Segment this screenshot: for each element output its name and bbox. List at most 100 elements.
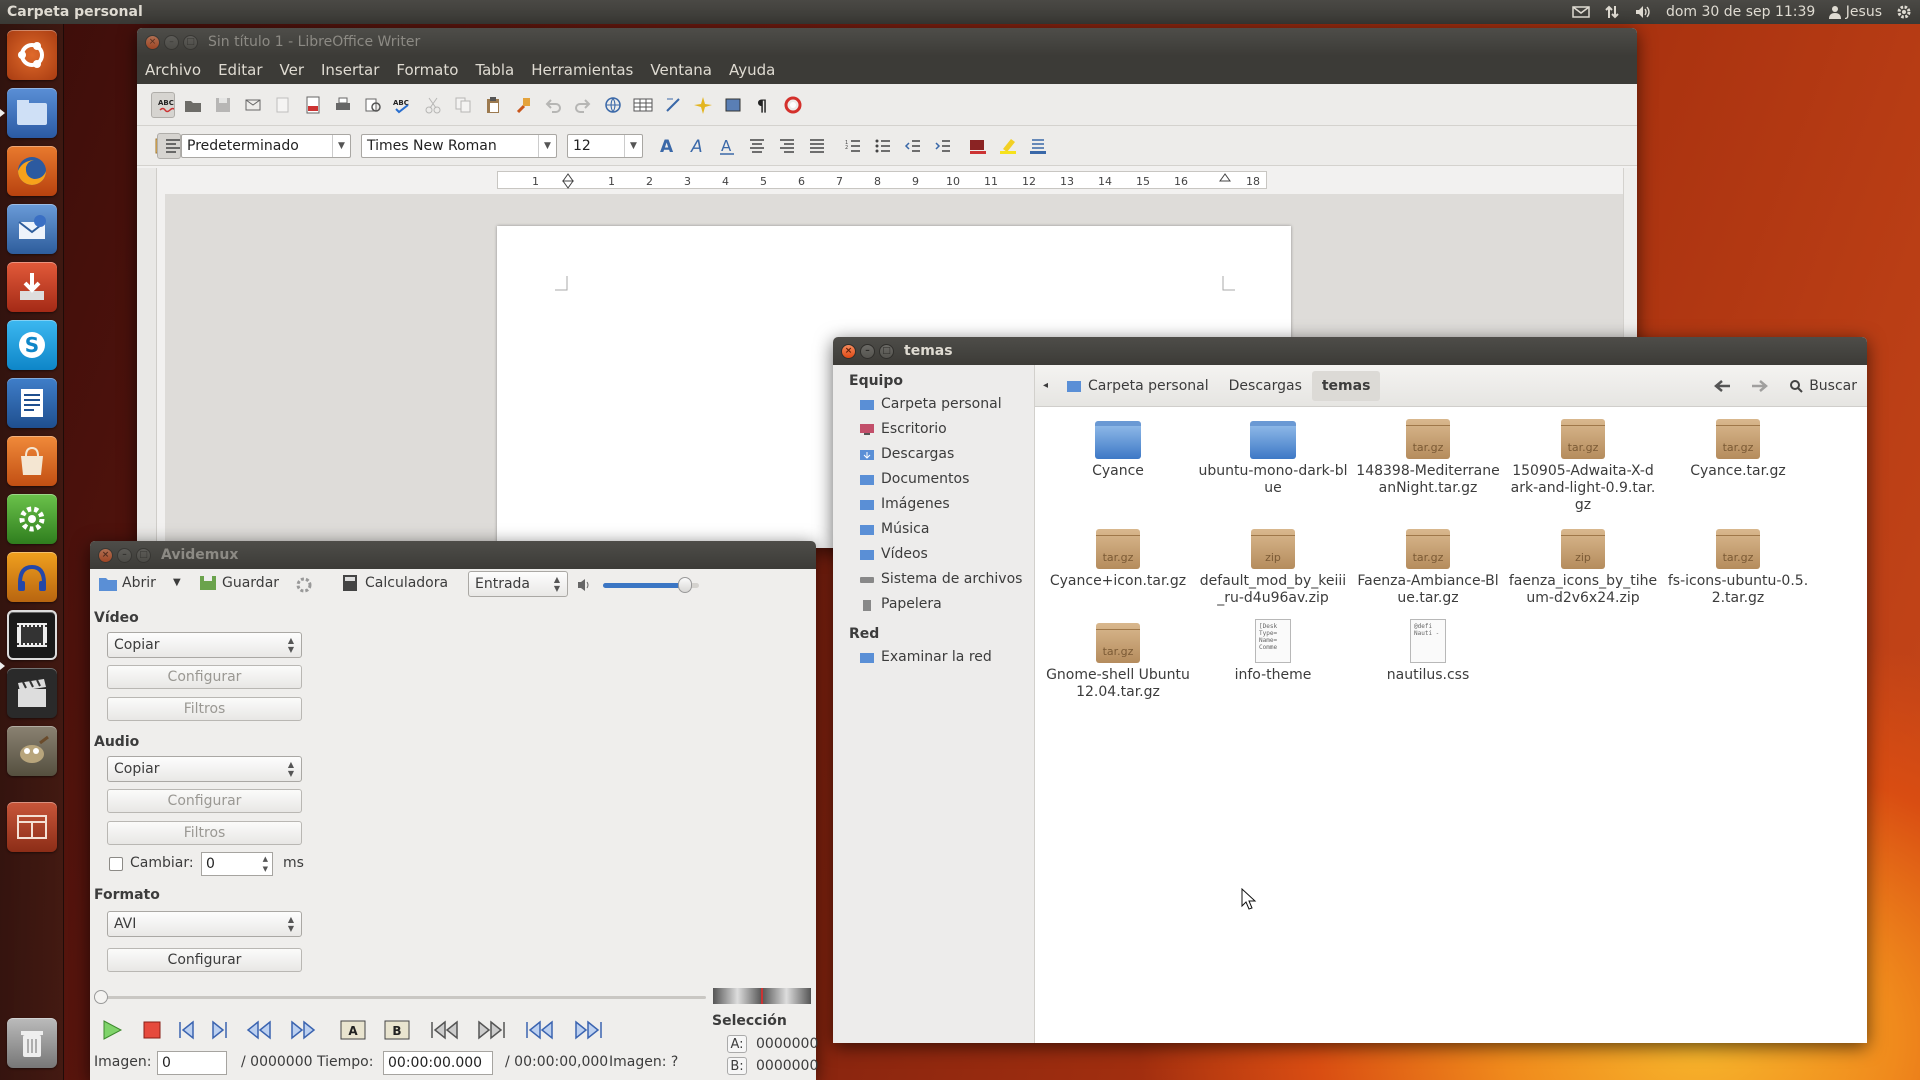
- font-name-combo[interactable]: Times New Roman ▼: [361, 133, 557, 158]
- writer-maximize-button[interactable]: □: [183, 34, 198, 50]
- save-button[interactable]: Guardar: [198, 574, 279, 592]
- paragraph-style-combo[interactable]: Predeterminado ▼: [181, 133, 351, 158]
- print-preview-icon[interactable]: [361, 93, 385, 117]
- volume-slider[interactable]: [603, 577, 699, 593]
- menu-herramientas[interactable]: Herramientas: [531, 61, 633, 79]
- writer-minimize-button[interactable]: –: [164, 34, 179, 50]
- goto-start-icon[interactable]: [522, 1017, 558, 1043]
- breadcrumb-temas[interactable]: temas: [1311, 370, 1381, 401]
- search-button[interactable]: Buscar: [1779, 371, 1867, 401]
- launcher-thunderbird-button[interactable]: [7, 204, 57, 254]
- sidebar-item-music[interactable]: Música: [833, 516, 1034, 541]
- calculator-button[interactable]: Calculadora: [341, 574, 448, 592]
- menu-insertar[interactable]: Insertar: [321, 61, 379, 79]
- cut-icon[interactable]: [421, 93, 445, 117]
- spin-arrows-icon[interactable]: ▲ ▼: [263, 854, 268, 874]
- formatting-marks-icon[interactable]: ¶: [751, 93, 775, 117]
- email-document-icon[interactable]: [241, 93, 265, 117]
- sidebar-item-videos[interactable]: Vídeos: [833, 541, 1034, 566]
- shift-spinbox[interactable]: 0 ▲ ▼: [201, 852, 273, 876]
- menu-formato[interactable]: Formato: [396, 61, 458, 79]
- volume-slider-handle[interactable]: [677, 577, 692, 593]
- export-pdf-icon[interactable]: [301, 93, 325, 117]
- launcher-installer-button[interactable]: [7, 262, 57, 312]
- open-dropdown-chevron-icon[interactable]: ▼: [173, 577, 181, 588]
- decrease-indent-icon[interactable]: [901, 134, 925, 158]
- align-left-icon[interactable]: [157, 132, 181, 159]
- file-item[interactable]: tar.gz fs-icons-ubuntu-0.5.2.tar.gz: [1663, 525, 1813, 607]
- launcher-firefox-button[interactable]: [7, 146, 57, 196]
- help-icon[interactable]: [781, 93, 805, 117]
- draw-functions-icon[interactable]: [661, 93, 685, 117]
- volume-icon[interactable]: [1634, 4, 1652, 20]
- timeline-slider-handle[interactable]: [94, 990, 108, 1004]
- avidemux-minimize-button[interactable]: –: [117, 547, 132, 563]
- edit-file-icon[interactable]: [271, 93, 295, 117]
- avidemux-maximize-button[interactable]: □: [136, 547, 151, 563]
- bold-icon[interactable]: A: [655, 134, 679, 158]
- open-folder-icon[interactable]: [181, 93, 205, 117]
- launcher-dash-button[interactable]: [7, 30, 57, 80]
- avidemux-titlebar[interactable]: × – □ Avidemux: [90, 541, 816, 569]
- launcher-workspace-switcher-button[interactable]: [7, 802, 57, 852]
- goto-end-icon[interactable]: [570, 1017, 606, 1043]
- menu-tabla[interactable]: Tabla: [475, 61, 514, 79]
- network-icon[interactable]: [1604, 4, 1620, 20]
- frame-input[interactable]: 0: [157, 1051, 227, 1075]
- background-color-icon[interactable]: [1027, 134, 1051, 158]
- font-size-combo[interactable]: 12 ▼: [567, 133, 643, 158]
- marker-a-button[interactable]: A:: [727, 1035, 747, 1053]
- menu-ver[interactable]: Ver: [280, 61, 305, 79]
- file-item[interactable]: tar.gz Faenza-Ambiance-Blue.tar.gz: [1353, 525, 1503, 607]
- properties-gear-icon[interactable]: [294, 575, 314, 595]
- menu-editar[interactable]: Editar: [218, 61, 262, 79]
- previous-frame-icon[interactable]: [172, 1017, 200, 1043]
- video-codec-select[interactable]: Copiar ▲ ▼: [107, 632, 302, 658]
- stop-icon[interactable]: [138, 1017, 166, 1043]
- launcher-settings-button[interactable]: [7, 494, 57, 544]
- video-configure-button[interactable]: Configurar: [107, 665, 302, 689]
- numbering-icon[interactable]: 12: [841, 134, 865, 158]
- file-item[interactable]: @defi Nauti - nautilus.css: [1353, 619, 1503, 684]
- file-item[interactable]: tar.gz Cyance+icon.tar.gz: [1043, 525, 1193, 590]
- session-gear-icon[interactable]: [1896, 4, 1912, 20]
- launcher-writer-button[interactable]: [7, 378, 57, 428]
- sidebar-item-documents[interactable]: Documentos: [833, 466, 1034, 491]
- input-source-select[interactable]: Entrada ▲ ▼: [468, 571, 568, 597]
- hyperlink-icon[interactable]: [601, 93, 625, 117]
- file-item[interactable]: Cyance: [1043, 415, 1193, 480]
- horizontal-ruler[interactable]: 1 1 2 3 4 5 6 7 8 9 10 11 12 13 14 15 16…: [497, 171, 1267, 189]
- video-filters-button[interactable]: Filtros: [107, 697, 302, 721]
- navigator-icon[interactable]: [691, 93, 715, 117]
- sidebar-item-network[interactable]: Examinar la red: [833, 644, 1034, 669]
- launcher-audacity-button[interactable]: [7, 552, 57, 602]
- time-input[interactable]: 00:00:00.000: [383, 1051, 493, 1075]
- sidebar-item-desktop[interactable]: Escritorio: [833, 416, 1034, 441]
- redo-icon[interactable]: [571, 93, 595, 117]
- align-right-icon[interactable]: [775, 134, 799, 158]
- increase-indent-icon[interactable]: [931, 134, 955, 158]
- set-marker-a-icon[interactable]: A: [339, 1017, 367, 1043]
- menu-archivo[interactable]: Archivo: [145, 61, 201, 79]
- set-marker-b-icon[interactable]: B: [383, 1017, 411, 1043]
- fast-forward-icon[interactable]: [289, 1017, 317, 1043]
- rewind-icon[interactable]: [245, 1017, 273, 1043]
- breadcrumb-back-arrow-icon[interactable]: ◂: [1035, 371, 1056, 401]
- clock[interactable]: dom 30 de sep 11:39: [1666, 4, 1815, 20]
- file-item[interactable]: tar.gz Cyance.tar.gz: [1663, 415, 1813, 480]
- bullets-icon[interactable]: [871, 134, 895, 158]
- file-item[interactable]: tar.gz Gnome-shell Ubuntu 12.04.tar.gz: [1043, 619, 1193, 701]
- writer-titlebar[interactable]: × – □ Sin título 1 - LibreOffice Writer: [137, 28, 1637, 56]
- files-maximize-button[interactable]: □: [879, 343, 894, 359]
- italic-icon[interactable]: A: [685, 134, 709, 158]
- next-frame-icon[interactable]: [206, 1017, 234, 1043]
- marker-b-button[interactable]: B:: [727, 1057, 747, 1075]
- avidemux-close-button[interactable]: ×: [98, 547, 113, 563]
- chevron-down-icon[interactable]: ▼: [332, 134, 350, 157]
- launcher-skype-button[interactable]: S: [7, 320, 57, 370]
- launcher-avidemux-button[interactable]: [7, 610, 57, 660]
- highlight-icon[interactable]: [997, 134, 1021, 158]
- autospellcheck-icon[interactable]: ABC: [151, 91, 175, 118]
- user-menu[interactable]: Jesus: [1829, 4, 1882, 20]
- vertical-ruler[interactable]: [137, 168, 157, 548]
